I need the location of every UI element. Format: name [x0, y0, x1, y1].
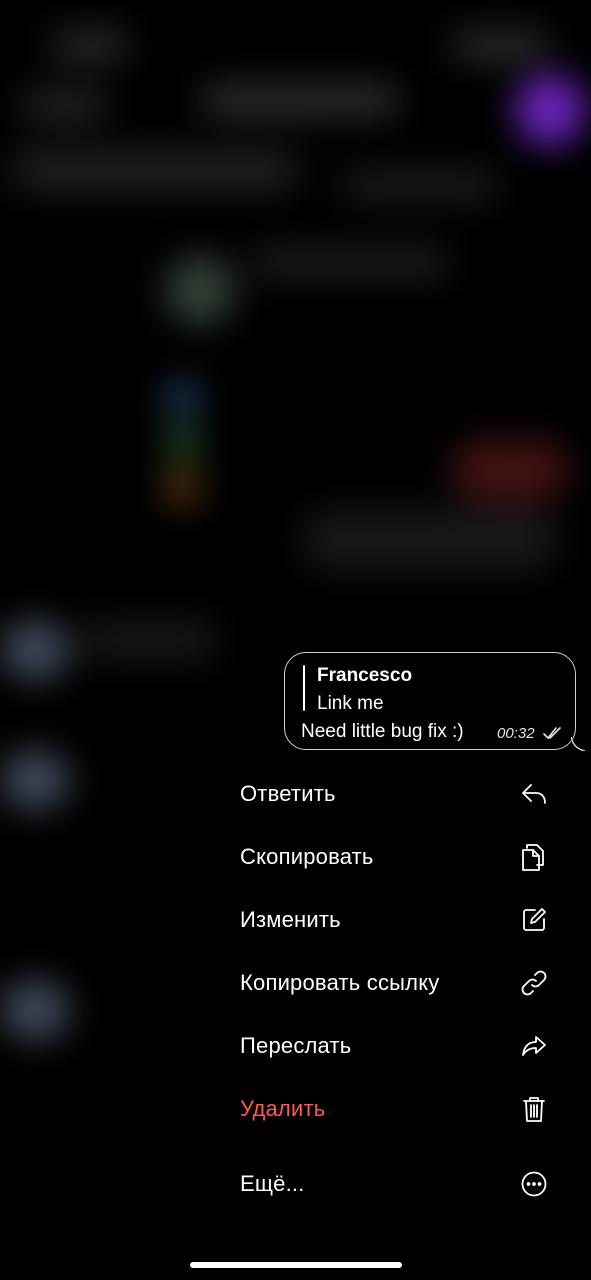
link-icon: [518, 967, 550, 999]
menu-label-forward: Переслать: [240, 1033, 352, 1058]
menu-item-copy-link[interactable]: Копировать ссылку: [240, 955, 560, 1011]
menu-item-forward[interactable]: Переслать: [240, 1018, 560, 1074]
menu-label-copy: Скопировать: [240, 844, 374, 869]
reply-icon: [518, 778, 550, 810]
message-bubble[interactable]: Francesco Link me Need little bug fix :)…: [284, 652, 585, 751]
menu-label-edit: Изменить: [240, 907, 341, 932]
message-time: 00:32: [497, 725, 535, 742]
bubble-tail: [571, 737, 585, 751]
menu-label-delete: Удалить: [240, 1096, 326, 1121]
menu-item-reply[interactable]: Ответить: [240, 766, 560, 822]
home-indicator[interactable]: [190, 1262, 402, 1268]
forward-icon: [518, 1030, 550, 1062]
reply-author: Francesco: [317, 665, 413, 686]
trash-icon: [518, 1093, 550, 1125]
menu-item-more[interactable]: Ещё...: [240, 1156, 560, 1212]
menu-label-copy-link: Копировать ссылку: [240, 970, 440, 995]
reply-text: Link me: [317, 693, 384, 714]
menu-item-edit[interactable]: Изменить: [240, 892, 560, 948]
menu-label-reply: Ответить: [240, 781, 336, 806]
more-icon: [518, 1168, 550, 1200]
menu-item-delete[interactable]: Удалить: [240, 1081, 560, 1137]
message-text: Need little bug fix :): [301, 721, 464, 742]
copy-icon: [518, 841, 550, 873]
reply-quote-bar: [303, 665, 305, 711]
menu-label-more: Ещё...: [240, 1171, 305, 1196]
double-check-icon: [543, 726, 563, 745]
menu-item-copy[interactable]: Скопировать: [240, 829, 560, 885]
edit-icon: [518, 904, 550, 936]
